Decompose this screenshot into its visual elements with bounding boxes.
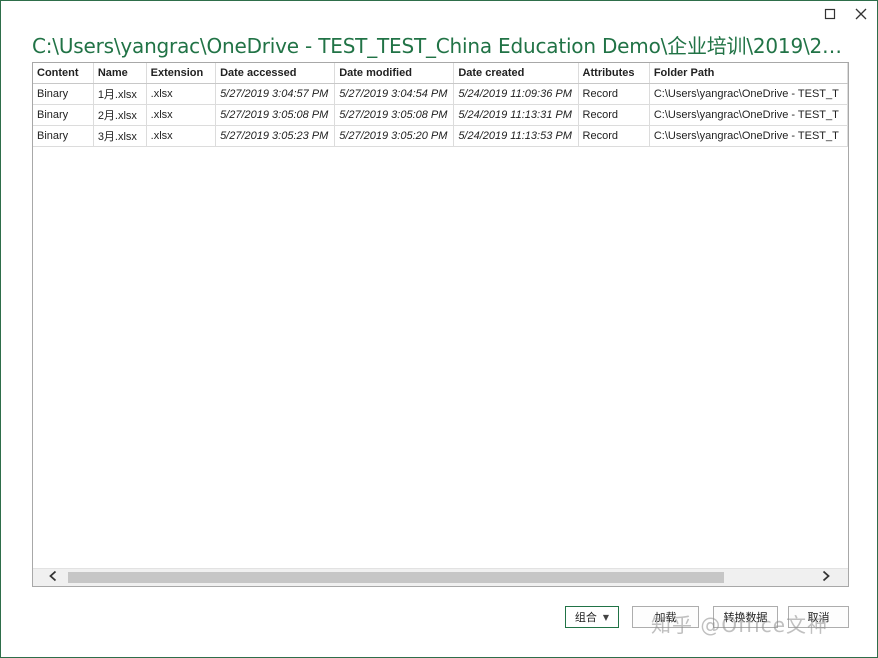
cell-attributes[interactable]: Record <box>578 104 650 126</box>
combine-label: 组合 <box>574 611 597 624</box>
scrollbar-thumb[interactable] <box>68 572 724 583</box>
cell-folder-path: C:\Users\yangrac\OneDrive - TEST_T <box>649 83 848 105</box>
chevron-right-icon <box>821 569 831 586</box>
maximize-icon <box>824 7 836 25</box>
cell-date-modified: 5/27/2019 3:05:20 PM <box>334 125 455 147</box>
cell-attributes[interactable]: Record <box>578 83 650 105</box>
file-table: Content Name Extension Date accessed Dat… <box>33 63 848 147</box>
dialog-window: C:\Users\yangrac\OneDrive - TEST_TEST_Ch… <box>0 0 878 658</box>
cell-folder-path: C:\Users\yangrac\OneDrive - TEST_T <box>649 104 848 126</box>
header-row: Content Name Extension Date accessed Dat… <box>33 63 848 84</box>
cell-content[interactable]: Binary <box>33 104 94 126</box>
cell-date-created: 5/24/2019 11:09:36 PM <box>453 83 579 105</box>
cell-date-created: 5/24/2019 11:13:31 PM <box>453 104 579 126</box>
dialog-title: C:\Users\yangrac\OneDrive - TEST_TEST_Ch… <box>32 34 852 58</box>
cell-date-accessed: 5/27/2019 3:05:08 PM <box>215 104 336 126</box>
scroll-left-button[interactable] <box>45 570 61 586</box>
cell-date-created: 5/24/2019 11:13:53 PM <box>453 125 579 147</box>
watermark: 知乎 @Office文神 <box>651 613 829 637</box>
close-icon <box>855 7 867 25</box>
cell-content[interactable]: Binary <box>33 83 94 105</box>
scroll-right-button[interactable] <box>818 570 834 586</box>
caret-down-icon: ▼ <box>602 612 610 622</box>
cell-date-modified: 5/27/2019 3:05:08 PM <box>334 104 455 126</box>
column-header-date-created[interactable]: Date created <box>453 63 579 84</box>
cell-folder-path: C:\Users\yangrac\OneDrive - TEST_T <box>649 125 848 147</box>
table-row[interactable]: Binary 1月.xlsx .xlsx 5/27/2019 3:04:57 P… <box>33 83 848 105</box>
column-header-folder-path[interactable]: Folder Path <box>649 63 848 84</box>
cell-name: 2月.xlsx <box>93 104 147 126</box>
column-header-content[interactable]: Content <box>33 63 94 84</box>
cell-date-accessed: 5/27/2019 3:04:57 PM <box>215 83 336 105</box>
table-row[interactable]: Binary 2月.xlsx .xlsx 5/27/2019 3:05:08 P… <box>33 104 848 126</box>
close-button[interactable] <box>850 5 872 27</box>
table-row[interactable]: Binary 3月.xlsx .xlsx 5/27/2019 3:05:23 P… <box>33 125 848 147</box>
cell-content[interactable]: Binary <box>33 125 94 147</box>
cell-name: 3月.xlsx <box>93 125 147 147</box>
cell-date-accessed: 5/27/2019 3:05:23 PM <box>215 125 336 147</box>
cell-attributes[interactable]: Record <box>578 125 650 147</box>
maximize-button[interactable] <box>819 5 841 27</box>
column-header-date-accessed[interactable]: Date accessed <box>215 63 336 84</box>
column-header-date-modified[interactable]: Date modified <box>334 63 455 84</box>
cell-date-modified: 5/27/2019 3:04:54 PM <box>334 83 455 105</box>
combine-button[interactable]: 组合 ▼ <box>565 606 619 628</box>
column-header-name[interactable]: Name <box>93 63 147 84</box>
cell-extension: .xlsx <box>146 83 217 105</box>
file-list-grid[interactable]: Content Name Extension Date accessed Dat… <box>32 62 849 587</box>
cell-extension: .xlsx <box>146 104 217 126</box>
chevron-left-icon <box>48 569 58 586</box>
horizontal-scrollbar[interactable] <box>33 568 848 586</box>
cell-extension: .xlsx <box>146 125 217 147</box>
column-header-extension[interactable]: Extension <box>146 63 217 84</box>
column-header-attributes[interactable]: Attributes <box>578 63 650 84</box>
cell-name: 1月.xlsx <box>93 83 147 105</box>
